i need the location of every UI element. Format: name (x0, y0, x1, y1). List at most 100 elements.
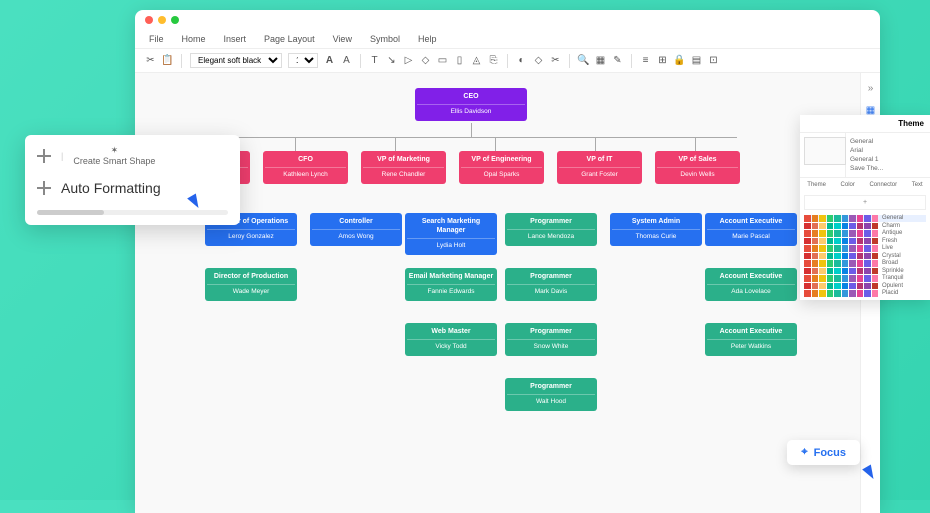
grid-icon[interactable]: ▦ (595, 55, 606, 66)
node-vp-of-sales[interactable]: VP of SalesDevin Wells (655, 151, 740, 184)
lock-icon[interactable]: 🔒 (674, 55, 685, 66)
node-name: Ellis Davidson (417, 104, 525, 116)
palette-broad[interactable]: Broad (804, 260, 926, 267)
theme-panel: Theme General Arial General 1 Save The..… (800, 115, 930, 300)
canvas[interactable]: CEO Ellis Davidson COOGonzalezCFOKathlee… (135, 73, 880, 513)
zoom-icon[interactable]: 🔍 (578, 55, 589, 66)
node-programmer[interactable]: ProgrammerWalt Hood (505, 378, 597, 411)
menu-help[interactable]: Help (418, 34, 437, 44)
node-web-master[interactable]: Web MasterVicky Todd (405, 323, 497, 356)
menu-insert[interactable]: Insert (224, 34, 247, 44)
cut-icon[interactable]: ✂ (145, 55, 156, 66)
node-title: VP of Engineering (461, 155, 542, 164)
node-account-executive[interactable]: Account ExecutivePeter Watkins (705, 323, 797, 356)
palette-tranquil[interactable]: Tranquil (804, 275, 926, 282)
focus-icon: ⌖ (801, 446, 807, 459)
pen-icon[interactable]: ✎ (612, 55, 623, 66)
tab-color[interactable]: Color (841, 182, 855, 188)
menu-home[interactable]: Home (182, 34, 206, 44)
node-programmer[interactable]: ProgrammerLance Mendoza (505, 213, 597, 246)
palette-antique[interactable]: Antique (804, 230, 926, 237)
link-icon[interactable]: ⎘ (488, 55, 499, 66)
paste-icon[interactable]: 📋 (162, 55, 173, 66)
titlebar (135, 10, 880, 30)
node-controller[interactable]: ControllerAmos Wong (310, 213, 402, 246)
line-icon[interactable]: ◇ (533, 55, 544, 66)
node-name: Thomas Curie (612, 229, 700, 241)
node-vp-of-marketing[interactable]: VP of Marketing Rene Chandler (361, 151, 446, 184)
tab-text[interactable]: Text (912, 182, 923, 188)
node-title: Account Executive (707, 272, 795, 281)
palette-placid[interactable]: Placid (804, 290, 926, 297)
max-dot[interactable] (171, 16, 179, 24)
menu-view[interactable]: View (333, 34, 352, 44)
fill-icon[interactable]: ◐ (516, 55, 527, 66)
font-color-icon[interactable]: A (341, 55, 352, 66)
node-system-admin[interactable]: System Admin Thomas Curie (610, 213, 702, 246)
menu-file[interactable]: File (149, 34, 164, 44)
more-icon[interactable]: ⊡ (708, 55, 719, 66)
node-title: Web Master (407, 327, 495, 336)
create-smart-shape-btn[interactable]: ✶Create Smart Shape (73, 145, 155, 166)
format-slider[interactable] (37, 210, 228, 215)
menu-symbol[interactable]: Symbol (370, 34, 400, 44)
palette-charm[interactable]: Charm (804, 223, 926, 230)
palette-general[interactable]: General (804, 215, 926, 222)
palette-sprinkle[interactable]: Sprinkle (804, 268, 926, 275)
node-title: VP of Sales (657, 155, 738, 164)
node-title: VP of IT (559, 155, 640, 164)
node-name: Rene Chandler (363, 167, 444, 179)
bold-icon[interactable]: A (324, 55, 335, 66)
node-search-marketing-manager[interactable]: Search Marketing ManagerLydia Holt (405, 213, 497, 255)
app-window: File Home Insert Page Layout View Symbol… (135, 10, 880, 510)
node-title: CEO (417, 92, 525, 101)
sb-expand-icon[interactable]: » (864, 81, 878, 95)
palette-fresh[interactable]: Fresh (804, 238, 926, 245)
palette-live[interactable]: Live (804, 245, 926, 252)
align-icon[interactable]: ≡ (640, 55, 651, 66)
node-account-executive[interactable]: Account ExecutiveAda Lovelace (705, 268, 797, 301)
group-icon[interactable]: ⊞ (657, 55, 668, 66)
node-name: Opal Sparks (461, 167, 542, 179)
node-programmer[interactable]: ProgrammerSnow White (505, 323, 597, 356)
text-icon[interactable]: T (369, 55, 380, 66)
node-programmer[interactable]: ProgrammerMark Davis (505, 268, 597, 301)
shape-icon[interactable]: ◇ (420, 55, 431, 66)
focus-button[interactable]: ⌖ Focus (787, 440, 860, 465)
note-icon[interactable]: ◬ (471, 55, 482, 66)
node-email-marketing-manager[interactable]: Email Marketing ManagerFannie Edwards (405, 268, 497, 301)
connector-icon[interactable]: ↘ (386, 55, 397, 66)
pointer-icon[interactable]: ▷ (403, 55, 414, 66)
palette-crystal[interactable]: Crystal (804, 253, 926, 260)
node-vp-of-engineering[interactable]: VP of Engineering Opal Sparks (459, 151, 544, 184)
spark-icon-2 (37, 181, 51, 195)
node-title: VP of Marketing (363, 155, 444, 164)
add-palette-btn[interactable]: + (804, 195, 926, 210)
node-director-of-production[interactable]: Director of ProductionWade Meyer (205, 268, 297, 301)
font-select[interactable]: Elegant soft black (190, 53, 282, 68)
theme-thumb[interactable] (804, 137, 846, 165)
node-title: Programmer (507, 272, 595, 281)
theme-options: General Arial General 1 Save The... (846, 133, 930, 177)
node-name: Lydia Holt (407, 238, 495, 250)
node-ceo[interactable]: CEO Ellis Davidson (415, 88, 527, 121)
min-dot[interactable] (158, 16, 166, 24)
auto-formatting-btn[interactable]: Auto Formatting (61, 180, 161, 196)
node-title: System Admin (612, 217, 700, 226)
toolbar: ✂ 📋 Elegant soft black 12 A A T ↘ ▷ ◇ ▭ … (135, 49, 880, 73)
tab-theme[interactable]: Theme (807, 182, 826, 188)
menu-pagelayout[interactable]: Page Layout (264, 34, 315, 44)
node-name: Lance Mendoza (507, 229, 595, 241)
crop-icon[interactable]: ✂ (550, 55, 561, 66)
chart-icon[interactable]: ▯ (454, 55, 465, 66)
close-dot[interactable] (145, 16, 153, 24)
layer-icon[interactable]: ▤ (691, 55, 702, 66)
node-cfo[interactable]: CFOKathleen Lynch (263, 151, 348, 184)
node-vp-of-it[interactable]: VP of ITGrant Foster (557, 151, 642, 184)
tab-connector[interactable]: Connector (869, 182, 897, 188)
node-name: Walt Hood (507, 394, 595, 406)
node-account-executive[interactable]: Account ExecutiveMarie Pascal (705, 213, 797, 246)
palette-opulent[interactable]: Opulent (804, 283, 926, 290)
size-select[interactable]: 12 (288, 53, 318, 68)
image-icon[interactable]: ▭ (437, 55, 448, 66)
